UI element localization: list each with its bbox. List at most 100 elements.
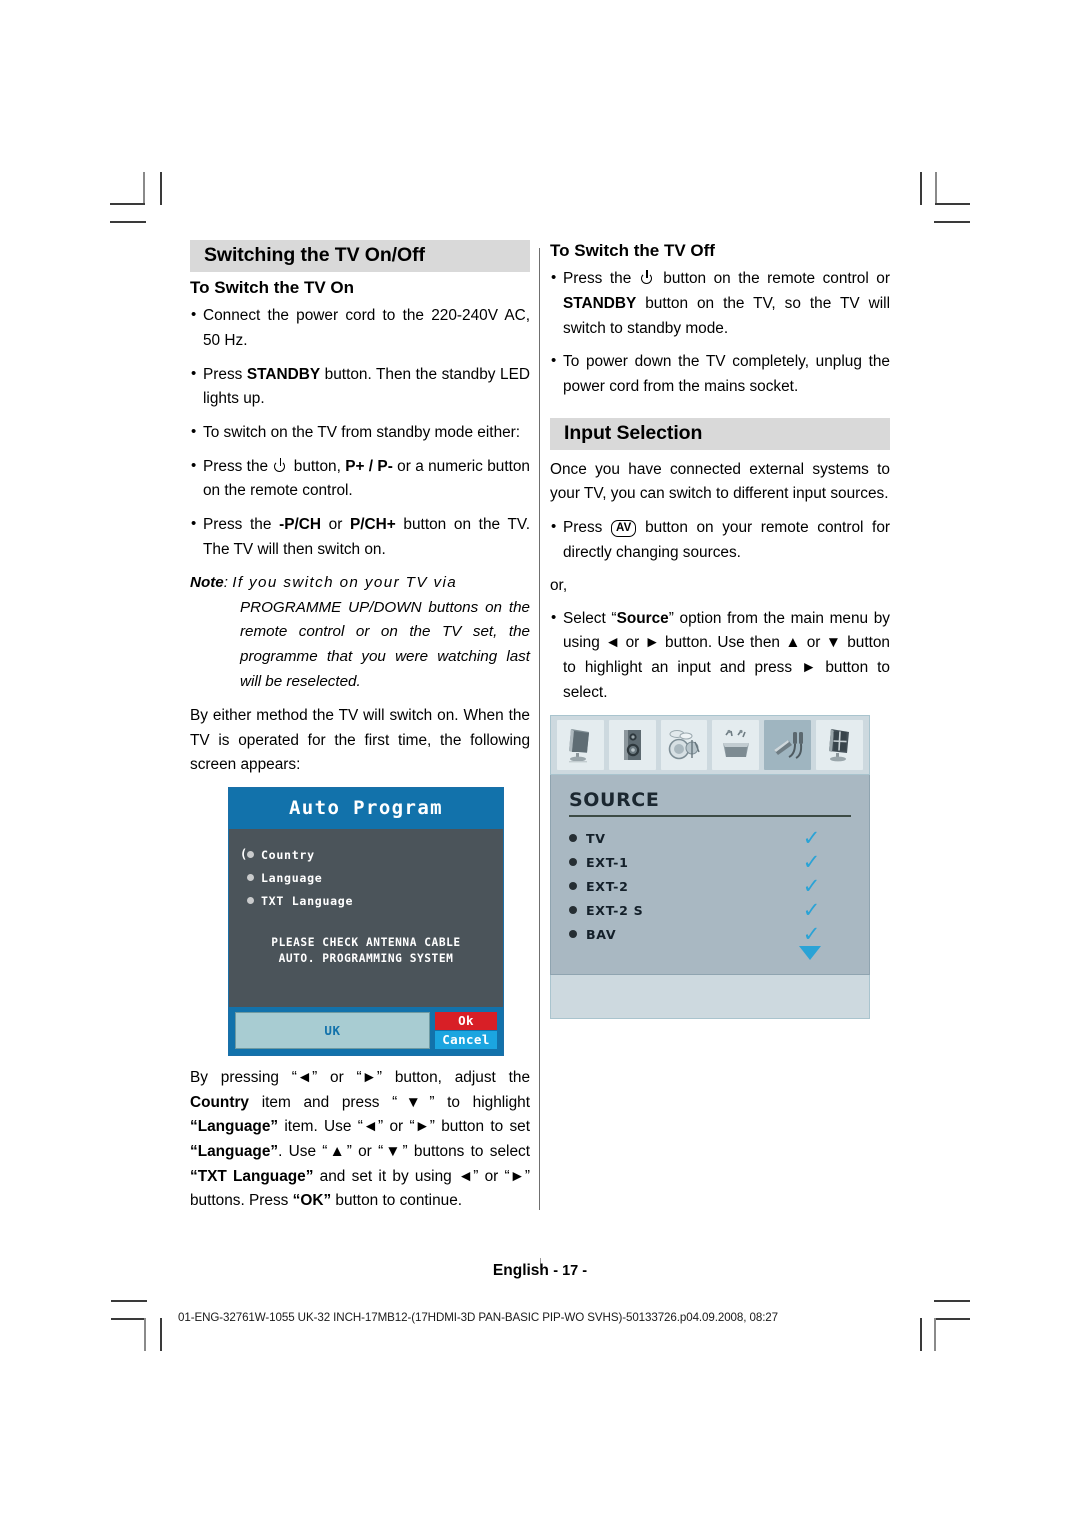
crop-mark-top-right-tick — [934, 221, 970, 223]
check-icon: ✓ — [802, 849, 821, 874]
minus-pch-keyword: -P/CH — [279, 515, 321, 533]
source-row-label: BAV — [586, 926, 617, 942]
language-keyword: “Language” — [190, 1118, 279, 1136]
drums-sound-icon[interactable] — [660, 720, 708, 771]
picture-tv-icon[interactable] — [557, 720, 604, 771]
txt-language-keyword: “TXT Language” — [190, 1167, 314, 1185]
bullet-press-power-button: Press the button, P+ / P- or a numeric b… — [190, 454, 530, 504]
or-text: or, — [550, 577, 568, 595]
crop-mark-bottom-left-rule — [160, 1318, 162, 1351]
crop-mark-bottom-right-tick — [934, 1300, 970, 1302]
toolbox-feature-icon[interactable] — [712, 720, 760, 771]
bullet-text-pre: Press — [203, 365, 247, 383]
country-value-field[interactable]: UK — [235, 1012, 430, 1050]
text-seg-3: item. Use “◄” or “►” button to set — [278, 1118, 530, 1136]
crop-mark-top-left-rule — [160, 172, 162, 205]
bullet-text-mid: button on the remote control or — [655, 270, 890, 288]
bullet-text: To switch on the TV from standby mode ei… — [203, 423, 521, 441]
bullet-text: Connect the power cord to the 220-240V A… — [203, 307, 530, 350]
crop-mark-bottom-left-vertical — [144, 1318, 146, 1351]
section-heading-switching-tv: Switching the TV On/Off — [190, 240, 530, 272]
av-key-icon: AV — [610, 519, 637, 538]
auto-program-title: Auto Program — [229, 788, 503, 830]
source-panel: SOURCE TV ✓ EXT-1 ✓ EXT-2 ✓ EXT-2 S ✓ BA… — [550, 775, 870, 976]
bullet-text: To power down the TV completely, unplug … — [563, 353, 890, 395]
message-line-2: AUTO. PROGRAMMING SYSTEM — [278, 952, 454, 966]
column-divider — [539, 248, 540, 1210]
source-row-bav[interactable]: BAV ✓ — [569, 922, 851, 946]
crop-mark-bottom-left-horizontal — [111, 1318, 146, 1320]
standby-keyword: STANDBY — [246, 365, 321, 383]
menu-item-label: Country — [261, 848, 315, 863]
menu-item-label: TXT Language — [261, 894, 354, 909]
source-row-label: EXT-1 — [586, 854, 629, 870]
source-keyword: Source — [616, 609, 669, 627]
menu-item-txt-language[interactable]: TXT Language — [229, 894, 503, 917]
source-row-ext2s[interactable]: EXT-2 S ✓ — [569, 898, 851, 922]
note-colon: : — [223, 574, 233, 592]
document-code-line: 01-ENG-32761W-1055 UK-32 INCH-17MB12-(17… — [178, 1311, 779, 1324]
subheading-switch-tv-on: To Switch the TV On — [190, 278, 355, 297]
pch-plus-keyword: P/CH+ — [350, 515, 396, 533]
text-seg-6: button to continue. — [331, 1192, 463, 1210]
bullet-text-mid: or — [320, 515, 350, 533]
bullet-connect-power-cord: Connect the power cord to the 220-240V A… — [190, 303, 530, 353]
menu-item-label: Language — [261, 871, 323, 886]
left-column: Switching the TV On/Off To Switch the TV… — [190, 240, 530, 1223]
auto-program-footer: UK Ok Cancel — [229, 1007, 503, 1056]
bullet-dot-icon — [569, 858, 577, 867]
bullet-press-power-standby-off: Press the button on the remote control o… — [550, 266, 890, 341]
crop-mark-top-right-rule — [920, 172, 922, 205]
bullet-press-pch: Press the -P/CH or P/CH+ button on the T… — [190, 512, 530, 562]
standby-keyword: STANDBY — [563, 295, 637, 313]
power-icon — [273, 457, 288, 473]
source-row-tv[interactable]: TV ✓ — [569, 826, 851, 850]
main-menu-icon-bar — [550, 715, 870, 776]
country-keyword: Country — [190, 1093, 249, 1111]
bullet-dot-icon — [569, 882, 577, 891]
power-icon — [640, 270, 655, 285]
source-panel-title: SOURCE — [569, 789, 851, 818]
auto-program-body: Country Language TXT Language PLEASE CHE… — [229, 829, 503, 1008]
source-row-ext1[interactable]: EXT-1 ✓ — [569, 850, 851, 874]
paragraph-adjust-country-language: By pressing “◄” or “►” button, adjust th… — [190, 1066, 530, 1214]
crop-mark-bottom-left-tick — [111, 1300, 147, 1302]
source-row-label: EXT-2 S — [586, 902, 644, 918]
crop-mark-top-left-horizontal — [110, 203, 145, 205]
bullet-select-source-menu: Select “Source” option from the main men… — [550, 606, 890, 706]
cancel-button[interactable]: Cancel — [435, 1031, 497, 1050]
check-icon: ✓ — [802, 921, 821, 946]
bullet-press-av: Press AV button on your remote control f… — [550, 515, 890, 565]
crop-mark-bottom-right-horizontal — [935, 1318, 970, 1320]
scroll-down-arrow-icon[interactable] — [799, 946, 821, 961]
bullet-dot-icon — [247, 897, 254, 905]
menu-item-language[interactable]: Language — [229, 871, 503, 894]
note-body: PROGRAMME UP/DOWN buttons on the remote … — [240, 598, 530, 690]
auto-program-dialog[interactable]: Auto Program Country Language TXT Langua… — [228, 787, 504, 1057]
menu-item-country[interactable]: Country — [229, 847, 503, 871]
bullet-switch-on-from-standby: To switch on the TV from standby mode ei… — [190, 420, 530, 446]
source-menu-dialog[interactable]: SOURCE TV ✓ EXT-1 ✓ EXT-2 ✓ EXT-2 S ✓ BA… — [550, 715, 870, 1020]
bullet-power-down-completely: To power down the TV completely, unplug … — [550, 349, 890, 399]
subheading-switch-tv-off: To Switch the TV Off — [550, 241, 715, 260]
bullet-dot-icon — [247, 874, 254, 882]
bullet-text-pre: Press — [563, 518, 611, 536]
source-row-ext2[interactable]: EXT-2 ✓ — [569, 874, 851, 898]
crop-mark-top-right-horizontal — [935, 203, 970, 205]
bullet-dot-icon — [247, 851, 254, 859]
source-rows: TV ✓ EXT-1 ✓ EXT-2 ✓ EXT-2 S ✓ BAV ✓ — [569, 826, 851, 961]
screen-install-icon[interactable] — [816, 720, 863, 771]
crop-mark-top-right-vertical — [935, 172, 937, 205]
p-plus-minus-keyword: P+ / P- — [345, 457, 393, 475]
ok-keyword: “OK” — [292, 1192, 332, 1210]
check-icon: ✓ — [802, 873, 821, 898]
note-label: Note — [190, 574, 224, 592]
auto-program-keys: Ok Cancel — [435, 1012, 497, 1050]
bullet-text-pre: Press the — [203, 515, 280, 533]
source-bottom-strip — [550, 975, 870, 1020]
cables-source-icon[interactable] — [764, 720, 812, 771]
crop-mark-top-left-vertical — [143, 172, 145, 205]
bullet-dot-icon — [569, 906, 577, 915]
ok-button[interactable]: Ok — [435, 1012, 497, 1031]
speaker-icon[interactable] — [608, 720, 656, 771]
